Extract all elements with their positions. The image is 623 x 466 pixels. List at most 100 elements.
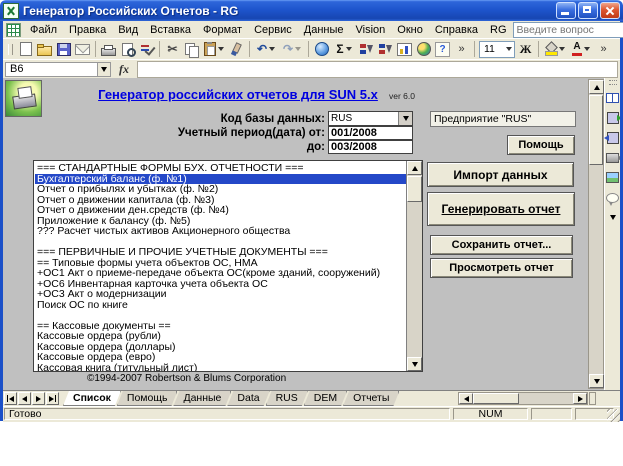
toolbar-options-button[interactable]: » [452,40,471,58]
menu-item-window[interactable]: Окно [391,22,429,38]
previous-sheet-button[interactable] [18,392,31,405]
scroll-down-button[interactable] [589,374,604,388]
save-report-button[interactable]: Сохранить отчет... [430,235,573,255]
toolbar-grip[interactable] [609,80,617,85]
maximize-button[interactable] [578,2,598,19]
autosum-button[interactable]: Σ [331,40,357,58]
menu-item-view[interactable]: Вид [112,22,144,38]
question-input[interactable] [513,22,623,38]
menu-item-edit[interactable]: Правка [63,22,112,38]
import-button[interactable] [605,129,620,146]
db-code-combo[interactable]: RUS [328,111,413,126]
tab-help[interactable]: Помощь [117,391,178,406]
list-item[interactable]: Отчет о движении ден.средств (ф. №4) [35,205,406,216]
copy-button[interactable] [182,40,201,58]
combo-dropdown-button[interactable] [398,112,412,125]
format-painter-button[interactable] [227,40,246,58]
sort-ascending-button[interactable] [357,40,376,58]
toolbar-options-button-2[interactable]: » [594,40,613,58]
scrollbar-thumb[interactable] [407,176,422,202]
help-button[interactable]: Помощь [507,135,575,155]
scroll-left-button[interactable] [459,393,473,404]
hyperlink-button[interactable] [312,40,331,58]
paste-button[interactable] [201,40,227,58]
list-item[interactable]: ??? Расчет чистых активов Акционерного о… [35,226,406,237]
worksheet-vertical-scrollbar[interactable] [588,79,604,389]
tab-dem[interactable]: DEM [304,391,347,406]
list-item[interactable]: == Кассовые документы == [35,321,406,332]
scroll-down-button[interactable] [407,357,422,371]
print-preview-button[interactable] [118,40,137,58]
chart-wizard-button[interactable] [395,40,414,58]
font-color-button[interactable]: А [568,40,594,58]
open-button[interactable] [35,40,54,58]
tab-rus[interactable]: RUS [266,391,308,406]
period-from-input[interactable] [328,126,413,140]
sort-descending-button[interactable] [376,40,395,58]
list-item-selected[interactable]: Бухгалтерский баланс (ф. №1) [35,174,406,185]
tab-dannye[interactable]: Данные [173,391,231,406]
report-listbox[interactable]: === СТАНДАРТНЫЕ ФОРМЫ БУХ. ОТЧЕТНОСТИ ==… [33,160,423,372]
map-button[interactable] [414,40,433,58]
list-item[interactable] [35,310,406,321]
more-tools-button[interactable] [605,209,620,226]
menu-item-help[interactable]: Справка [429,22,484,38]
redo-dropdown-icon[interactable] [295,47,301,51]
scroll-right-button[interactable] [573,393,587,404]
fill-color-dropdown-icon[interactable] [559,47,565,51]
picture-button[interactable] [605,169,620,186]
last-sheet-button[interactable] [46,392,59,405]
scrollbar-thumb[interactable] [473,393,519,404]
first-sheet-button[interactable] [4,392,17,405]
font-size-combo[interactable]: 11 [479,41,515,58]
email-button[interactable] [73,40,92,58]
form-title-link[interactable]: Генератор российских отчетов для SUN 5.x [98,87,378,102]
undo-button[interactable]: ↶ [253,40,279,58]
list-item[interactable]: == Типовые формы учета объектов ОС, НМА [35,258,406,269]
new-button[interactable] [16,40,35,58]
scrollbar-thumb[interactable] [589,95,603,165]
fill-color-button[interactable] [542,40,568,58]
scroll-up-button[interactable] [589,80,604,94]
comment-button[interactable] [605,189,620,206]
list-item[interactable]: +ОС3 Акт о модернизации [35,289,406,300]
menu-item-data[interactable]: Данные [298,22,350,38]
toolbar-grip[interactable] [8,44,13,55]
import-data-button[interactable]: Импорт данных [427,162,574,187]
list-item[interactable]: Кассовые ордера (рубли) [35,331,406,342]
undo-dropdown-icon[interactable] [269,47,275,51]
minimize-button[interactable] [556,2,576,19]
spelling-button[interactable] [137,40,156,58]
menu-item-format[interactable]: Формат [197,22,248,38]
resize-grip[interactable] [607,409,620,422]
font-color-dropdown-icon[interactable] [584,47,590,51]
book-button[interactable] [605,89,620,106]
list-item[interactable]: Приложение к балансу (ф. №5) [35,216,406,227]
list-item[interactable]: Кассовые ордера (евро) [35,352,406,363]
list-item[interactable]: Отчет о движении капитала (ф. №3) [35,195,406,206]
tab-reports[interactable]: Отчеты [343,391,399,406]
font-size-dropdown-icon[interactable] [506,47,512,51]
formula-input[interactable] [137,61,618,78]
export-button[interactable] [605,109,620,126]
period-to-input[interactable] [328,140,413,154]
save-button[interactable] [54,40,73,58]
menu-item-tools[interactable]: Сервис [248,22,298,38]
menu-item-file[interactable]: Файл [24,22,63,38]
insert-function-button[interactable]: fx [111,62,137,77]
next-sheet-button[interactable] [32,392,45,405]
list-item[interactable]: Кассовые ордера (доллары) [35,342,406,353]
list-item[interactable]: Кассовая книга (титульный лист) [35,363,406,373]
list-scrollbar[interactable] [406,161,422,371]
list-item[interactable]: === ПЕРВИЧНЫЕ И ПРОЧИЕ УЧЕТНЫЕ ДОКУМЕНТЫ… [35,247,406,258]
list-item[interactable]: Поиск ОС по книге [35,300,406,311]
scroll-up-button[interactable] [407,161,422,175]
view-report-button[interactable]: Просмотреть отчет [430,258,573,278]
bold-button[interactable]: Ж [516,40,535,58]
print-button[interactable] [99,40,118,58]
close-button[interactable] [600,2,620,19]
camera-button[interactable] [605,149,620,166]
tab-split-handle[interactable] [589,392,596,405]
redo-button[interactable]: ↷ [279,40,305,58]
generate-report-button[interactable]: Генерировать отчет [427,192,575,226]
